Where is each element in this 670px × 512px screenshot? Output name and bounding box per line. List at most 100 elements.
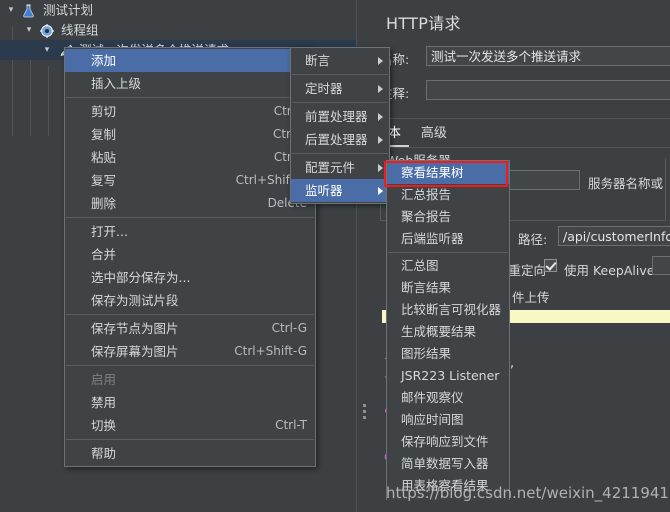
menu-item[interactable]: 保存屏幕为图片 Ctrl+Shift-G: [65, 340, 315, 363]
menu-item[interactable]: 汇总报告: [387, 184, 509, 206]
test-plan-icon: [22, 4, 39, 18]
menu-item-label: 删除: [91, 196, 117, 211]
menu-item[interactable]: 选中部分保存为...: [65, 266, 315, 289]
menu-item-label: 察看结果树: [401, 165, 464, 180]
menu-item[interactable]: 保存响应到文件: [387, 431, 509, 453]
menu-item-label: 响应时间图: [401, 412, 464, 427]
menu-item-shortcut: Ctrl+Shift-G: [234, 344, 307, 358]
menu-separator: [388, 252, 508, 253]
menu-item[interactable]: 删除 Delete: [65, 192, 315, 215]
menu-item-label: 保存为测试片段: [91, 293, 179, 308]
menu-item-label: 复写: [91, 173, 117, 188]
menu-item[interactable]: 保存节点为图片 Ctrl-G: [65, 317, 315, 340]
comment-input[interactable]: [426, 80, 670, 100]
server-name-label: 服务器名称或: [588, 176, 664, 191]
tab-advanced[interactable]: 高级: [413, 120, 455, 145]
chevron-down-icon[interactable]: ▾: [40, 40, 54, 60]
chevron-right-icon: [378, 57, 383, 65]
menu-item-label: 汇总报告: [401, 187, 452, 202]
menu-item-label: 剪切: [91, 104, 117, 119]
menu-item[interactable]: 禁用: [65, 391, 315, 414]
menu-item[interactable]: 察看结果树: [387, 162, 509, 184]
menu-item-label: 监听器: [305, 183, 343, 198]
context-menu-primary[interactable]: 添加插入上级剪切Ctrl-X复制Ctrl-C粘贴Ctrl-V复写Ctrl+Shi…: [64, 47, 316, 467]
menu-item[interactable]: 后端监听器: [387, 228, 509, 250]
menu-item[interactable]: 剪切Ctrl-X: [65, 100, 315, 123]
menu-item[interactable]: 复制Ctrl-C: [65, 123, 315, 146]
menu-item[interactable]: 保存为测试片段: [65, 289, 315, 312]
menu-item-label: 定时器: [305, 81, 343, 96]
menu-item[interactable]: 帮助: [65, 442, 315, 465]
chevron-right-icon: [378, 113, 383, 121]
chevron-down-icon[interactable]: ▾: [4, 0, 18, 20]
menu-item[interactable]: 生成概要结果: [387, 321, 509, 343]
menu-item-label: 邮件观察仪: [401, 390, 464, 405]
menu-separator: [292, 102, 388, 103]
menu-item-label: 启用: [91, 372, 117, 387]
menu-item[interactable]: 添加: [65, 49, 315, 72]
menu-item-label: 添加: [91, 53, 117, 68]
menu-item-label: 比较断言可视化器: [401, 302, 502, 317]
menu-item-label: 粘贴: [91, 150, 117, 165]
menu-separator: [66, 97, 314, 98]
menu-separator: [66, 365, 314, 366]
path-input[interactable]: /api/customerInfo: [558, 226, 670, 246]
menu-item[interactable]: 汇总图: [387, 255, 509, 277]
menu-item[interactable]: 切换 Ctrl-T: [65, 414, 315, 437]
menu-item-label: 后置处理器: [305, 132, 368, 147]
menu-item[interactable]: 配置元件: [291, 156, 389, 179]
menu-item-label: JSR223 Listener: [401, 368, 500, 383]
thread-group-icon: [40, 23, 57, 38]
menu-item[interactable]: 聚合报告: [387, 206, 509, 228]
menu-item[interactable]: 复写 Ctrl+Shift-C: [65, 169, 315, 192]
tree-item-label: 测试计划: [42, 2, 93, 18]
chevron-right-icon: [378, 164, 383, 172]
file-upload-group-label: 件上传: [512, 287, 554, 306]
menu-item[interactable]: 合并: [65, 243, 315, 266]
context-menu-listener-submenu[interactable]: 察看结果树汇总报告聚合报告后端监听器汇总图断言结果比较断言可视化器 生成概要结果图…: [386, 160, 510, 500]
menu-item-label: 断言结果: [401, 280, 452, 295]
editor-tabs[interactable]: 本 高级: [380, 120, 455, 147]
menu-item[interactable]: 断言: [291, 49, 389, 72]
context-menu-add-submenu[interactable]: 断言定时器前置处理器后置处理器配置元件监听器: [290, 47, 390, 204]
tree-item-thread-group[interactable]: ▾ 线程组: [0, 20, 356, 40]
splitter-grip[interactable]: [363, 404, 366, 422]
chevron-down-icon[interactable]: ▾: [22, 20, 36, 40]
menu-item[interactable]: 比较断言可视化器: [387, 299, 509, 321]
chevron-right-icon: [378, 85, 383, 93]
menu-item-label: 汇总图: [401, 258, 439, 273]
menu-item-label: 复制: [91, 127, 117, 142]
menu-item-label: 保存响应到文件: [401, 434, 489, 449]
menu-item-label: 合并: [91, 247, 117, 262]
menu-item-label: 后端监听器: [401, 231, 464, 246]
menu-item-shortcut: Ctrl-G: [271, 321, 307, 335]
menu-item[interactable]: 定时器: [291, 77, 389, 100]
menu-item-label: 生成概要结果: [401, 324, 477, 339]
menu-item[interactable]: 断言结果: [387, 277, 509, 299]
menu-item[interactable]: 插入上级: [65, 72, 315, 95]
page-title: HTTP请求: [386, 14, 461, 33]
menu-item-label: 简单数据写入器: [401, 456, 489, 471]
path-label: 路径:: [518, 232, 548, 247]
menu-item[interactable]: 邮件观察仪: [387, 387, 509, 409]
method-field[interactable]: [652, 256, 670, 275]
tree-item-test-plan[interactable]: ▾ 测试计划: [0, 0, 356, 20]
keepalive-label: 使用 KeepAlive: [564, 263, 655, 278]
menu-item-label: 切换: [91, 418, 117, 433]
menu-item[interactable]: 粘贴Ctrl-V: [65, 146, 315, 169]
keepalive-checkbox[interactable]: [544, 259, 557, 272]
menu-item[interactable]: 后置处理器: [291, 128, 389, 151]
menu-item[interactable]: 图形结果: [387, 343, 509, 365]
menu-item-label: 打开...: [91, 224, 128, 239]
menu-item: 启用: [65, 368, 315, 391]
menu-item[interactable]: 简单数据写入器: [387, 453, 509, 475]
menu-item[interactable]: 监听器: [291, 179, 389, 202]
name-input[interactable]: 测试一次发送多个推送请求: [426, 46, 670, 66]
menu-separator: [292, 74, 388, 75]
menu-item[interactable]: JSR223 Listener: [387, 365, 509, 387]
menu-item[interactable]: 前置处理器: [291, 105, 389, 128]
menu-item[interactable]: 响应时间图: [387, 409, 509, 431]
menu-item[interactable]: 打开...: [65, 220, 315, 243]
menu-item-label: 选中部分保存为...: [91, 270, 191, 285]
menu-item-label: 图形结果: [401, 346, 452, 361]
